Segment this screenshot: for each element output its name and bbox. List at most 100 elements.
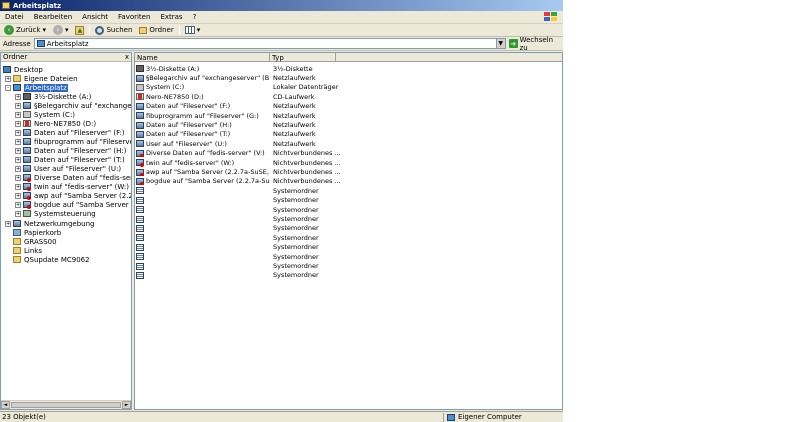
list-item[interactable]: System (C:) Lokaler Datenträger (135, 83, 563, 92)
search-button[interactable]: Suchen (93, 25, 134, 36)
address-dropdown-button[interactable]: ▼ (495, 39, 505, 48)
tree-item[interactable]: + fibuprogramm auf "Fileserver" (G:) (15, 137, 131, 146)
expand-icon[interactable]: + (15, 120, 21, 127)
tree-item[interactable]: + awp auf "Samba Server (2.2.7a-SuSE)" (15, 191, 131, 200)
list-item[interactable]: Systemordner (135, 233, 563, 242)
expand-icon[interactable]: + (15, 210, 21, 217)
expand-icon[interactable]: + (15, 102, 21, 109)
expand-icon[interactable]: + (15, 192, 21, 199)
tree-item[interactable]: + Diverse Daten auf "fedis-server" (V:) (15, 173, 131, 182)
address-input[interactable]: Arbeitsplatz ▼ (33, 38, 506, 49)
list-item-name-cell: Daten auf "Fileserver" (F:) (135, 102, 269, 110)
expand-icon[interactable]: + (15, 147, 21, 154)
tree-item[interactable]: + Daten auf "Fileserver" (F:) (15, 128, 125, 137)
scroll-thumb[interactable] (10, 402, 122, 408)
tree-item[interactable]: Desktop (3, 65, 43, 74)
list-item[interactable]: Systemordner (135, 271, 563, 280)
list-item-name: fibuprogramm auf "Fileserver" (G:) (146, 111, 259, 120)
menu-ansicht[interactable]: Ansicht (77, 13, 113, 21)
tree-item[interactable]: GRASS00 (13, 237, 57, 246)
forward-button[interactable]: › ▾ (51, 25, 71, 36)
tree-item[interactable]: + Netzwerkumgebung (5, 219, 94, 228)
expand-icon[interactable]: + (5, 75, 11, 82)
collapse-icon[interactable]: - (5, 84, 11, 91)
list-item[interactable]: Diverse Daten auf "fedis-server" (V:) Nic… (135, 149, 563, 158)
expand-icon[interactable]: + (15, 165, 21, 172)
list-item[interactable]: Systemordner (135, 243, 563, 252)
title-bar[interactable]: Arbeitsplatz (0, 0, 563, 11)
list-item[interactable]: §Belegarchiv auf "exchangeserver" (B:) Ne… (135, 73, 563, 82)
expand-icon[interactable]: + (15, 138, 21, 145)
list-item[interactable]: Daten auf "Fileserver" (H:) Netzlaufwerk (135, 120, 563, 129)
tree-item[interactable]: + bogdue auf "Samba Server (2.2.7a-SuSE)" (15, 200, 131, 209)
tree-item[interactable]: + Daten auf "Fileserver" (H:) (15, 146, 126, 155)
tree-item[interactable]: + User auf "Fileserver" (U:) (15, 164, 121, 173)
menu-bearbeiten[interactable]: Bearbeiten (29, 13, 77, 21)
expand-icon[interactable]: + (15, 201, 21, 208)
expand-icon[interactable]: + (15, 156, 21, 163)
folders-button[interactable]: Ordner (137, 25, 175, 36)
tree-item[interactable]: + Eigene Dateien (5, 74, 78, 83)
menu-favoriten[interactable]: Favoriten (113, 13, 155, 21)
up-button[interactable]: ▲ (73, 25, 86, 36)
list-item[interactable]: Daten auf "Fileserver" (F:) Netzlaufwerk (135, 102, 563, 111)
tree-item[interactable]: Links (13, 246, 42, 255)
list-item[interactable]: Systemordner (135, 214, 563, 223)
views-button[interactable]: ▾ (183, 25, 203, 36)
tree-item[interactable]: +3½-Diskette (A:) (15, 92, 91, 101)
menu-help[interactable]: ? (188, 13, 202, 21)
tree-item[interactable]: + Nero-NE7850 (D:) (15, 119, 96, 128)
expand-icon[interactable]: + (15, 174, 21, 181)
system-folder-icon (136, 262, 144, 270)
tree-item[interactable]: - Arbeitsplatz (5, 83, 68, 92)
scroll-right-icon[interactable]: ► (122, 401, 131, 409)
status-zone-label: Eigener Computer (458, 413, 522, 421)
disconnected-drive-icon (23, 183, 31, 191)
expand-icon[interactable]: + (15, 111, 21, 118)
list-item[interactable]: Systemordner (135, 252, 563, 261)
close-icon[interactable]: x (125, 53, 129, 61)
menu-datei[interactable]: Datei (0, 13, 29, 21)
list-item[interactable]: Daten auf "Fileserver" (T:) Netzlaufwerk (135, 130, 563, 139)
list-item[interactable]: Nero-NE7850 (D:) CD-Laufwerk (135, 92, 563, 101)
tree-item[interactable]: Papierkorb (13, 228, 61, 237)
list-item-type: Nichtverbundenes ... (273, 149, 341, 158)
cd-drive-icon (23, 120, 31, 127)
list-item-type: Systemordner (273, 233, 319, 242)
expand-icon[interactable]: + (15, 183, 21, 190)
list-item[interactable]: 3½-Diskette (A:) 3½-Diskette (135, 64, 563, 73)
file-list: Name Typ 3½-Diskette (A:) 3½-Diskette §Bel… (134, 52, 563, 410)
go-button[interactable]: ➔ Wechseln zu (508, 36, 563, 52)
tree-item[interactable]: + twin auf "fedis-server" (W:) (15, 182, 129, 191)
list-item[interactable]: twin auf "fedis-server" (W:) Nichtverbund… (135, 158, 563, 167)
expand-icon[interactable]: + (5, 220, 11, 227)
disconnected-drive-icon (136, 149, 144, 158)
tree-item[interactable]: + Daten auf "Fileserver" (T:) (15, 155, 125, 164)
column-type[interactable]: Typ (270, 53, 336, 62)
list-item[interactable]: User auf "Fileserver" (U:) Netzlaufwerk (135, 139, 563, 148)
forward-arrow-icon: › (52, 25, 63, 35)
tree-item-label: System (C:) (34, 110, 76, 119)
list-item[interactable]: Systemordner (135, 205, 563, 214)
expand-icon[interactable]: + (15, 93, 21, 100)
tree-item[interactable]: QSupdate MC9062 (13, 255, 90, 264)
back-button[interactable]: ‹ Zurück ▾ (2, 25, 48, 36)
list-item[interactable]: awp auf "Samba Server (2.2.7a-SuSE, gras… (135, 167, 563, 177)
menu-extras[interactable]: Extras (155, 13, 187, 21)
network-drive-icon (23, 165, 31, 172)
list-item[interactable]: Systemordner (135, 186, 563, 195)
list-item[interactable]: Systemordner (135, 196, 563, 205)
expand-icon[interactable]: + (15, 129, 21, 136)
list-item[interactable]: fibuprogramm auf "Fileserver" (G:) Netzla… (135, 111, 563, 120)
scroll-left-icon[interactable]: ◄ (1, 401, 10, 409)
tree-item[interactable]: + System (C:) (15, 110, 75, 119)
disconnected-drive-icon (23, 174, 31, 182)
list-item[interactable]: Systemordner (135, 261, 563, 270)
horizontal-scrollbar[interactable]: ◄ ► (1, 400, 131, 409)
window-title: Arbeitsplatz (13, 1, 62, 10)
tree-item[interactable]: + §Belegarchiv auf "exchangeserver" (B:) (15, 101, 131, 110)
list-item[interactable]: bogdue auf "Samba Server (2.2.7a-SuSE, g… (135, 177, 563, 186)
list-item[interactable]: Systemordner (135, 224, 563, 233)
tree-item[interactable]: + Systemsteuerung (15, 209, 96, 218)
column-name[interactable]: Name (135, 53, 270, 62)
